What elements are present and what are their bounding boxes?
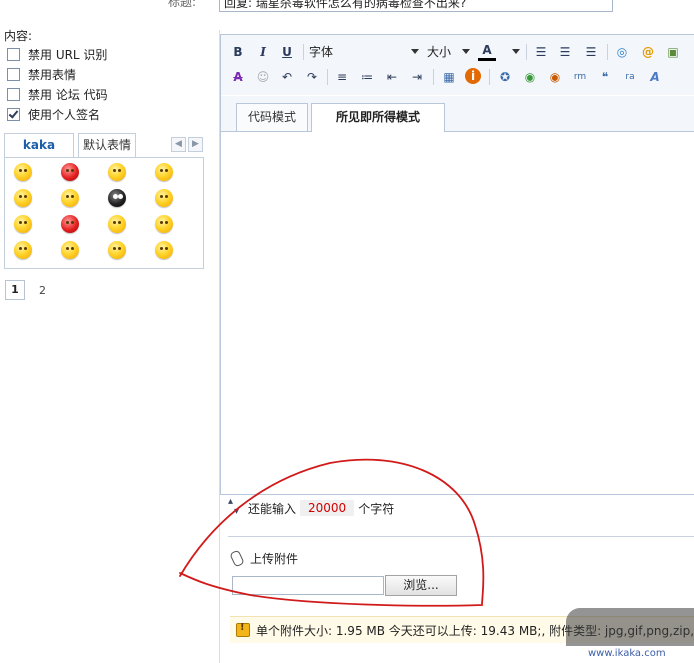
toolbar-separator (327, 69, 328, 85)
option-label: 禁用表情 (28, 67, 77, 82)
subject-input[interactable]: 回复: 瑞星杀毒软件怎么有的病毒检查不出来? (219, 0, 613, 12)
option-use-signature[interactable]: 使用个人签名 (7, 105, 100, 123)
smiley-icon[interactable] (14, 215, 32, 233)
smiley-grid (4, 157, 204, 269)
option-label: 使用个人签名 (28, 107, 101, 122)
smiley-icon[interactable] (108, 215, 126, 233)
tab-wysiwyg-mode[interactable]: 所见即所得模式 (311, 103, 445, 132)
option-disable-smilies[interactable]: 禁用表情 (7, 65, 76, 83)
info-icon[interactable]: i (465, 68, 481, 84)
smiley-icon[interactable] (14, 163, 32, 181)
smiley-toggle-icon[interactable]: ☺ (254, 68, 272, 86)
watermark-url: www.ikaka.com (588, 648, 666, 659)
text-style-icon[interactable]: A (646, 68, 664, 86)
page-1[interactable]: 1 (5, 280, 25, 300)
option-disable-url[interactable]: 禁用 URL 识别 (7, 45, 107, 63)
ordered-list-icon[interactable]: ≡ (333, 68, 351, 86)
ra-icon[interactable]: ra (621, 68, 639, 86)
table-icon[interactable]: ▦ (440, 68, 458, 86)
toolbar-separator (526, 44, 527, 60)
smiley-icon[interactable] (108, 189, 126, 207)
outdent-icon[interactable]: ⇤ (383, 68, 401, 86)
link-icon[interactable]: ◎ (613, 43, 631, 61)
chevron-down-icon[interactable] (462, 49, 470, 54)
image-icon[interactable]: ▣ (664, 43, 682, 61)
page-2[interactable]: 2 (39, 284, 46, 297)
chevron-down-icon[interactable] (512, 49, 520, 54)
smiley-icon[interactable] (61, 215, 79, 233)
toolbar-row-1: B I U 字体 大小 A ☰ ☰ ☰ ◎ @ ▣ (221, 40, 694, 64)
align-center-icon[interactable]: ☰ (556, 43, 574, 61)
indent-icon[interactable]: ⇥ (408, 68, 426, 86)
option-label: 禁用 论坛 代码 (28, 87, 108, 102)
option-disable-bbcode[interactable]: 禁用 论坛 代码 (7, 85, 108, 103)
use-signature-checkbox[interactable] (7, 107, 20, 121)
toolbar-separator (489, 69, 490, 85)
toolbar-separator (303, 44, 304, 60)
smiley-tab-default[interactable]: 默认表情 (78, 133, 136, 158)
redo-icon[interactable]: ↷ (303, 68, 321, 86)
smiley-icon[interactable] (155, 163, 173, 181)
font-select[interactable]: 字体 (309, 43, 333, 61)
smiley-icon[interactable] (155, 215, 173, 233)
smiley-icon[interactable] (61, 189, 79, 207)
chevron-right-icon[interactable]: ▶ (188, 137, 203, 152)
smiley-icon[interactable] (14, 189, 32, 207)
remove-format-icon[interactable]: A (229, 68, 247, 86)
smiley-pager: 1 2 (5, 280, 46, 300)
flash-icon[interactable]: ✪ (496, 68, 514, 86)
toolbar-row-2: A ☺ ↶ ↷ ≡ ≔ ⇤ ⇥ ▦ i ✪ ◉ ◉ rm ❝ ra A (221, 65, 694, 89)
smiley-icon[interactable] (108, 163, 126, 181)
quote-icon[interactable]: ❝ (596, 68, 614, 86)
option-label: 禁用 URL 识别 (28, 47, 108, 62)
rm-icon[interactable]: rm (571, 68, 589, 86)
smiley-icon[interactable] (108, 241, 126, 259)
smiley-icon[interactable] (155, 241, 173, 259)
size-select[interactable]: 大小 (427, 43, 451, 61)
subject-label: 标题: (168, 0, 197, 9)
smiley-icon[interactable] (14, 241, 32, 259)
notice-icon (236, 622, 250, 637)
real-player-icon[interactable]: ◉ (546, 68, 564, 86)
content-label: 内容: (4, 29, 33, 43)
media-icon[interactable]: ◉ (521, 68, 539, 86)
toolbar-separator (607, 44, 608, 60)
editor-toolbar: B I U 字体 大小 A ☰ ☰ ☰ ◎ @ ▣ A ☺ ↶ ↷ ≡ ≔ ⇤ … (221, 35, 694, 95)
chevron-left-icon[interactable]: ◀ (171, 137, 186, 152)
toolbar-separator (433, 69, 434, 85)
editor-textarea[interactable] (221, 132, 694, 493)
italic-button[interactable]: I (254, 43, 272, 61)
smiley-icon[interactable] (61, 163, 79, 181)
smiley-icon[interactable] (155, 189, 173, 207)
disable-smilies-checkbox[interactable] (7, 67, 20, 81)
unordered-list-icon[interactable]: ≔ (358, 68, 376, 86)
tab-code-mode[interactable]: 代码模式 (236, 103, 308, 131)
align-right-icon[interactable]: ☰ (582, 43, 600, 61)
smiley-tabs: kaka 默认表情 ◀ ▶ (4, 133, 204, 158)
underline-button[interactable]: U (278, 43, 296, 61)
chevron-down-icon[interactable] (411, 49, 419, 54)
site-watermark: www.ikaka.com (566, 608, 694, 663)
watermark-logo (566, 608, 694, 646)
smiley-tab-kaka[interactable]: kaka (4, 133, 74, 158)
align-left-icon[interactable]: ☰ (532, 43, 550, 61)
disable-url-checkbox[interactable] (7, 47, 20, 61)
email-icon[interactable]: @ (639, 43, 657, 61)
undo-icon[interactable]: ↶ (278, 68, 296, 86)
red-annotation-circle (179, 458, 485, 607)
bold-button[interactable]: B (229, 43, 247, 61)
text-color-button[interactable]: A (478, 43, 496, 61)
editor-mode-tabs: 代码模式 所见即所得模式 (221, 96, 694, 132)
smiley-icon[interactable] (61, 241, 79, 259)
disable-bbcode-checkbox[interactable] (7, 87, 20, 101)
